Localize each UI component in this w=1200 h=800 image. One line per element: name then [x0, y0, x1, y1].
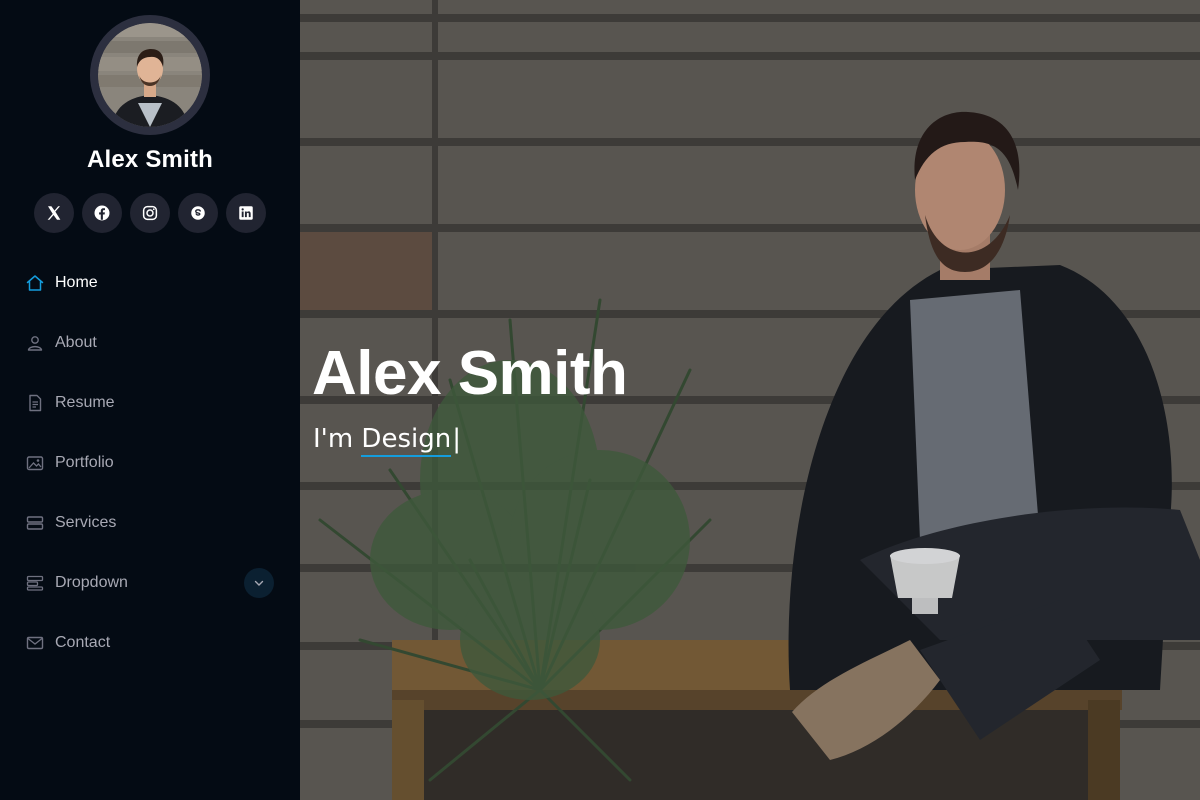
- profile-photo: [98, 23, 202, 127]
- facebook-link[interactable]: [82, 193, 122, 233]
- instagram-icon: [142, 205, 158, 221]
- nav-label-resume: Resume: [55, 394, 115, 411]
- hero-subtitle: I'm Design|: [313, 424, 461, 457]
- hdd-stack-icon: [25, 513, 45, 533]
- file-text-icon: [25, 393, 45, 413]
- linkedin-link[interactable]: [226, 193, 266, 233]
- envelope-icon: [25, 633, 45, 653]
- linkedin-icon: [239, 206, 253, 220]
- nav-label-portfolio: Portfolio: [55, 454, 114, 471]
- person-icon: [25, 333, 45, 353]
- sidebar: Alex Smith Home About Resume Portfolio S…: [0, 0, 300, 800]
- nav-label-about: About: [55, 334, 97, 351]
- nav-label-home: Home: [55, 274, 98, 291]
- profile-avatar: [90, 15, 210, 135]
- home-icon: [25, 273, 45, 293]
- typed-text: Design: [361, 424, 452, 457]
- chevron-down-icon: [254, 580, 264, 586]
- skype-link[interactable]: [178, 193, 218, 233]
- profile-name: Alex Smith: [86, 146, 214, 173]
- hero-subtitle-prefix: I'm: [313, 424, 362, 454]
- typed-cursor: |: [452, 424, 461, 454]
- facebook-icon: [94, 205, 110, 221]
- nav-item-portfolio[interactable]: Portfolio: [0, 433, 300, 493]
- instagram-link[interactable]: [130, 193, 170, 233]
- hero-section: Alex Smith I'm Design|: [300, 0, 1200, 800]
- nav-item-contact[interactable]: Contact: [0, 613, 300, 673]
- images-icon: [25, 453, 45, 473]
- nav-label-contact: Contact: [55, 634, 111, 651]
- social-links: [34, 193, 266, 233]
- nav-item-services[interactable]: Services: [0, 493, 300, 553]
- nav-label-services: Services: [55, 514, 117, 531]
- nav-label-dropdown: Dropdown: [55, 574, 128, 591]
- hero-title: Alex Smith: [312, 339, 628, 408]
- nav-item-home[interactable]: Home: [0, 253, 300, 313]
- main-nav: Home About Resume Portfolio Services Dro…: [0, 253, 300, 673]
- twitter-link[interactable]: [34, 193, 74, 233]
- menu-stack-icon: [25, 573, 45, 593]
- nav-item-about[interactable]: About: [0, 313, 300, 373]
- x-twitter-icon: [47, 206, 61, 220]
- dropdown-toggle[interactable]: [244, 568, 274, 598]
- skype-icon: [191, 206, 205, 220]
- nav-item-resume[interactable]: Resume: [0, 373, 300, 433]
- nav-item-dropdown[interactable]: Dropdown: [0, 553, 300, 613]
